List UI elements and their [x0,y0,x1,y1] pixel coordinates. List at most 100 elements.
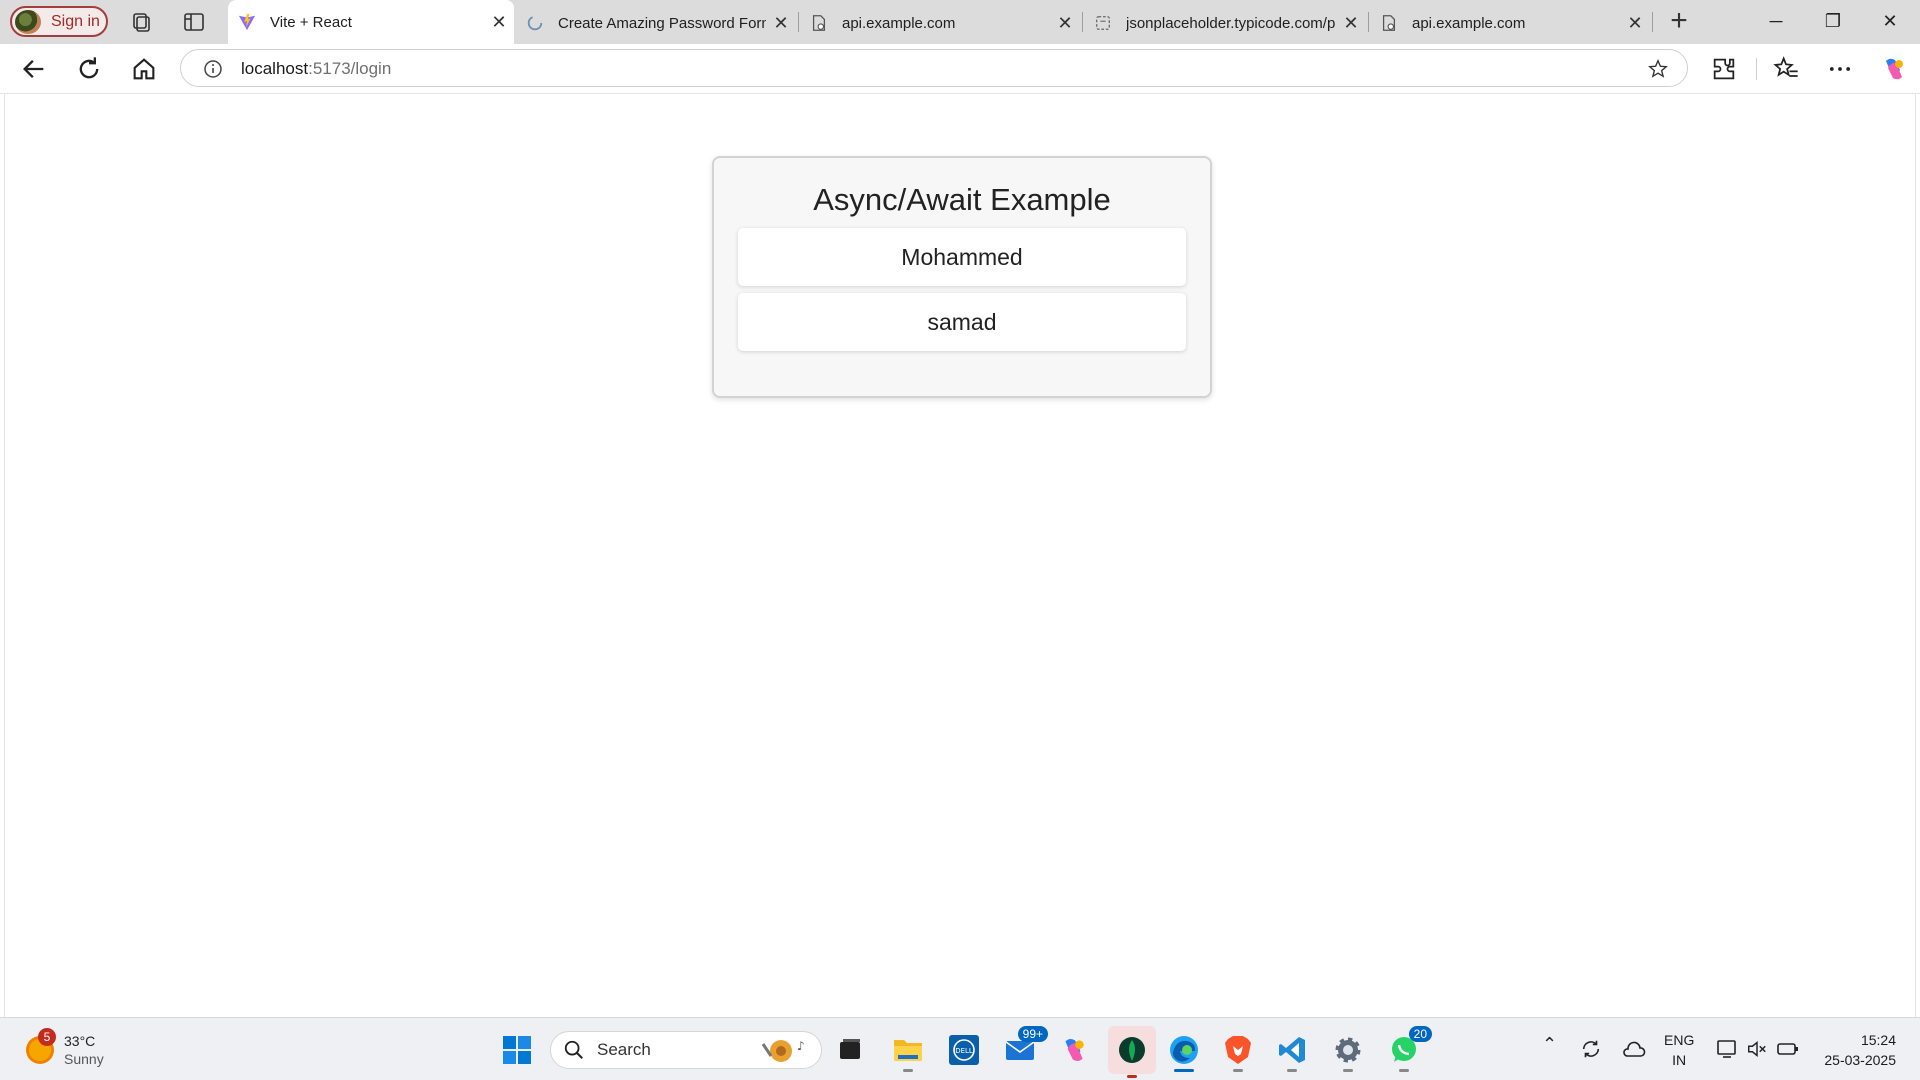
search-label: Search [597,1040,651,1059]
running-indicator [1174,1069,1194,1072]
favorites-icon[interactable] [1772,55,1800,83]
url-text: localhost:5173/login [241,59,391,79]
mongodb-leaf-icon [1119,1037,1145,1063]
sign-in-button[interactable]: Sign in [10,6,108,37]
address-bar[interactable]: localhost:5173/login [180,49,1688,87]
workspaces-icon[interactable] [129,10,153,34]
search-icon [564,1040,583,1059]
tab-title: api.example.com [842,14,956,32]
tab-title: Vite + React [270,13,352,31]
list-item: Mohammed [738,228,1186,286]
browser-toolbar: localhost:5173/login [0,44,1920,94]
restore-button[interactable]: ❐ [1805,4,1861,38]
mail-app[interactable]: 99+ [1000,1026,1048,1070]
file-explorer-app[interactable] [888,1030,928,1072]
language-indicator[interactable]: ENG IN [1664,1030,1694,1070]
taskbar: 5 33°C Sunny Search ♪ DELL 99+ 20 ⌃ ENG … [0,1017,1920,1080]
region-code: IN [1672,1052,1687,1068]
show-hidden-icons-chevron-icon[interactable]: ⌃ [1542,1034,1557,1055]
whatsapp-badge: 20 [1408,1026,1432,1042]
weather-temp: 33°C [64,1033,96,1049]
tab-strip: Sign in Vite + React ✕ Create Amazing Pa… [0,0,1920,44]
close-tab-icon[interactable]: ✕ [1050,13,1080,34]
page-error-icon [1382,15,1396,31]
minimize-button[interactable]: ─ [1748,4,1804,38]
svg-text:DELL: DELL [955,1047,973,1055]
tab-password-form[interactable]: Create Amazing Password Form ✕ [516,2,796,44]
tab-api-example-2[interactable]: api.example.com ✕ [1370,2,1650,44]
settings-app[interactable] [1328,1030,1368,1072]
folder-icon [894,1040,922,1061]
start-button[interactable] [497,1030,537,1070]
taskbar-search[interactable]: Search ♪ [550,1031,822,1069]
network-icon[interactable] [1716,1038,1740,1060]
running-indicator [1233,1069,1243,1072]
weather-widget[interactable]: 5 33°C Sunny [26,1028,104,1068]
battery-icon[interactable] [1776,1038,1800,1060]
copilot-app[interactable] [1054,1030,1094,1070]
extensions-icon[interactable] [1710,55,1738,83]
close-tab-icon[interactable]: ✕ [1336,13,1366,34]
language-code: ENG [1664,1032,1695,1048]
weather-badge: 5 [38,1028,56,1046]
home-icon[interactable] [130,55,158,83]
tab-jsonplaceholder[interactable]: jsonplaceholder.typicode.com/p ✕ [1084,2,1366,44]
close-window-button[interactable]: ✕ [1862,4,1918,38]
close-tab-icon[interactable]: ✕ [1620,13,1650,34]
site-info-icon[interactable] [203,59,223,79]
edge-app[interactable] [1164,1030,1204,1072]
url-host: localhost [241,59,309,78]
mongodb-compass-app[interactable] [1108,1026,1156,1078]
running-indicator [1399,1069,1409,1072]
toolbar-divider [1756,58,1757,80]
new-tab-button[interactable]: + [1664,4,1694,38]
tab-title: api.example.com [1412,14,1526,32]
running-indicator [903,1069,913,1072]
clock-date: 25-03-2025 [1824,1052,1896,1068]
vite-logo-icon [238,13,256,31]
clock[interactable]: 15:24 25-03-2025 [1816,1030,1896,1070]
clock-time: 15:24 [1860,1032,1896,1048]
tab-separator [1082,12,1083,32]
search-highlight-icon: ♪ [761,1039,805,1062]
async-card: Async/Await Example Mohammed samad [712,156,1212,398]
sync-icon[interactable] [1580,1038,1602,1060]
close-tab-icon[interactable]: ✕ [766,13,796,34]
profile-avatar [15,9,41,34]
vscode-app[interactable] [1272,1030,1312,1072]
list-item: samad [738,293,1186,351]
vertical-tabs-icon[interactable] [182,10,206,34]
sign-in-label: Sign in [51,12,100,30]
copilot-icon[interactable] [1880,55,1908,83]
volume-muted-icon[interactable] [1746,1038,1768,1060]
refresh-icon[interactable] [75,55,103,83]
mail-badge: 99+ [1017,1026,1048,1042]
svg-text:♪: ♪ [797,1039,805,1053]
back-arrow-icon[interactable] [20,55,48,83]
tab-title: Create Amazing Password Form [558,14,766,32]
vscode-icon [1279,1037,1305,1063]
page-error-icon [812,15,826,31]
page-placeholder-icon [1096,16,1110,30]
copilot-icon [1065,1038,1084,1062]
dell-app[interactable]: DELL [944,1030,984,1070]
task-view-button[interactable] [830,1030,870,1070]
windows-logo-icon [503,1036,531,1064]
running-indicator [1343,1069,1353,1072]
edge-icon [1170,1036,1198,1064]
running-indicator [1287,1069,1297,1072]
whatsapp-app[interactable]: 20 [1384,1026,1432,1072]
more-options-icon[interactable] [1826,55,1854,83]
tab-separator [1652,12,1653,32]
url-path: :5173/login [308,59,392,78]
weather-condition: Sunny [64,1051,104,1067]
favorite-star-icon[interactable] [1647,58,1669,80]
tab-api-example-1[interactable]: api.example.com ✕ [800,2,1080,44]
onedrive-cloud-icon[interactable] [1622,1038,1646,1060]
page-viewport: Async/Await Example Mohammed samad [4,94,1916,1017]
running-indicator [1127,1075,1137,1078]
brave-app[interactable] [1218,1030,1258,1072]
tab-vite-react[interactable]: Vite + React ✕ [228,0,514,44]
close-tab-icon[interactable]: ✕ [484,12,514,33]
brave-lion-icon [1225,1036,1251,1064]
